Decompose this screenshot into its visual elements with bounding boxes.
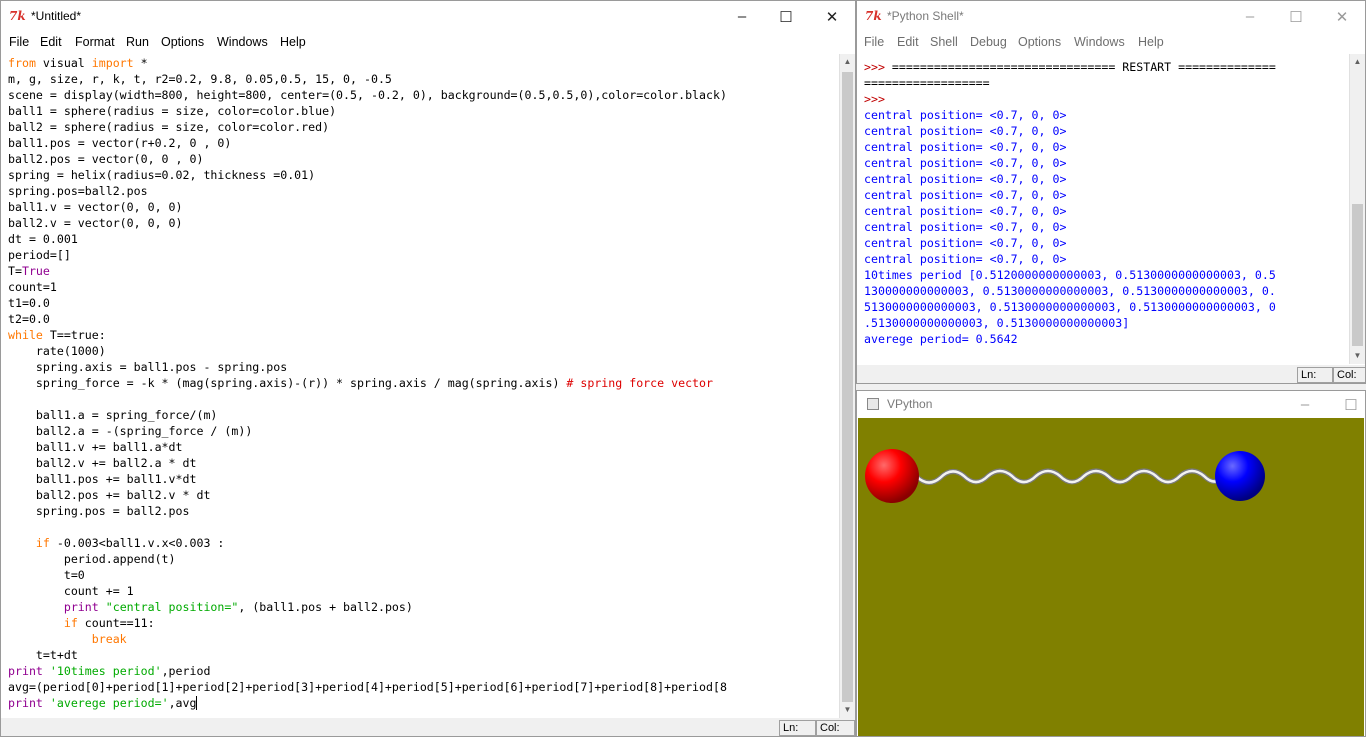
menu-edit[interactable]: Edit: [40, 34, 62, 50]
minimize-icon[interactable]: –: [719, 1, 765, 32]
maximize-icon[interactable]: ☐: [1273, 1, 1319, 32]
close-icon[interactable]: ✕: [809, 1, 855, 32]
shell-transcript[interactable]: >>> ================================ RES…: [858, 54, 1348, 347]
shell-titlebar[interactable]: 7k *Python Shell* – ☐ ✕: [857, 1, 1365, 32]
shell-window: 7k *Python Shell* – ☐ ✕ File Edit Shell …: [856, 0, 1366, 384]
menu-debug[interactable]: Debug: [970, 34, 1007, 50]
tk-feather-icon: 7k: [9, 9, 26, 23]
menu-edit[interactable]: Edit: [897, 34, 919, 50]
shell-menubar: File Edit Shell Debug Options Windows He…: [857, 32, 1365, 52]
editor-menubar: File Edit Format Run Options Windows Hel…: [1, 32, 855, 52]
close-icon[interactable]: ✕: [1319, 1, 1365, 32]
menu-shell[interactable]: Shell: [930, 34, 958, 50]
minimize-icon[interactable]: –: [1285, 391, 1325, 418]
menu-help[interactable]: Help: [280, 34, 306, 50]
vpython-scene[interactable]: [858, 418, 1364, 736]
shell-title: *Python Shell*: [887, 9, 964, 23]
vpython-app-icon: [867, 398, 879, 410]
scene-graphics: [865, 449, 1265, 503]
tk-feather-icon: 7k: [865, 9, 882, 23]
source-code[interactable]: from visual import * m, g, size, r, k, t…: [2, 54, 838, 711]
maximize-icon[interactable]: ☐: [1331, 391, 1365, 418]
menu-options[interactable]: Options: [1018, 34, 1061, 50]
menu-options[interactable]: Options: [161, 34, 204, 50]
vpython-titlebar[interactable]: VPython – ☐: [857, 391, 1365, 418]
red-ball: [865, 449, 919, 503]
menu-file[interactable]: File: [864, 34, 884, 50]
menu-file[interactable]: File: [9, 34, 29, 50]
code-editor[interactable]: from visual import * m, g, size, r, k, t…: [2, 54, 838, 718]
shell-scrollbar[interactable]: ▲ ▼: [1349, 54, 1365, 364]
shell-statusbar: Ln: 15 Col: 0: [857, 365, 1365, 383]
blue-ball: [1215, 451, 1265, 501]
column-indicator: Col: 0: [1333, 367, 1365, 383]
scroll-up-icon[interactable]: ▲: [840, 54, 855, 70]
menu-run[interactable]: Run: [126, 34, 149, 50]
column-indicator: Col: 27: [816, 720, 855, 736]
editor-title: *Untitled*: [31, 9, 82, 23]
line-indicator: Ln: 41: [779, 720, 816, 736]
vpython-window: VPython – ☐: [856, 390, 1366, 737]
editor-titlebar[interactable]: 7k *Untitled* – ☐ ✕: [1, 1, 855, 32]
vpython-title: VPython: [887, 397, 933, 411]
scroll-down-icon[interactable]: ▼: [1350, 348, 1365, 364]
editor-window: 7k *Untitled* – ☐ ✕ File Edit Format Run…: [0, 0, 856, 737]
minimize-icon[interactable]: –: [1227, 1, 1273, 32]
scroll-up-icon[interactable]: ▲: [1350, 54, 1365, 70]
scroll-down-icon[interactable]: ▼: [840, 702, 855, 718]
shell-output[interactable]: >>> ================================ RES…: [858, 54, 1348, 364]
line-indicator: Ln: 15: [1297, 367, 1333, 383]
menu-format[interactable]: Format: [75, 34, 115, 50]
scroll-thumb[interactable]: [842, 72, 853, 702]
menu-help[interactable]: Help: [1138, 34, 1164, 50]
editor-statusbar: Ln: 41 Col: 27: [1, 718, 855, 736]
maximize-icon[interactable]: ☐: [763, 1, 809, 32]
menu-windows[interactable]: Windows: [217, 34, 268, 50]
editor-scrollbar[interactable]: ▲ ▼: [839, 54, 855, 718]
scroll-thumb[interactable]: [1352, 204, 1363, 346]
menu-windows[interactable]: Windows: [1074, 34, 1125, 50]
